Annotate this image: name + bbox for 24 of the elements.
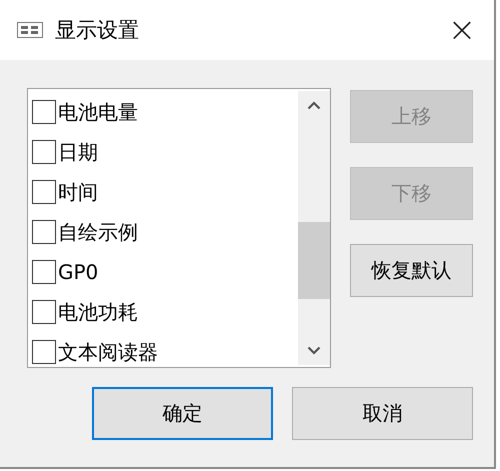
scrollbar-thumb[interactable]	[298, 222, 330, 299]
side-button[interactable]: 恢复默认	[350, 244, 473, 297]
list-item-label[interactable]: 日期	[58, 138, 98, 166]
scroll-up-icon[interactable]	[307, 101, 321, 110]
list-item-label[interactable]: 电池功耗	[58, 298, 138, 326]
close-button[interactable]: ×	[444, 12, 480, 48]
dialog-button[interactable]: 确定	[92, 387, 273, 440]
list-item-label[interactable]: GP0	[58, 260, 98, 284]
checkbox[interactable]	[32, 140, 56, 164]
checkbox[interactable]	[32, 300, 56, 324]
window-icon	[17, 22, 43, 38]
checkbox[interactable]	[32, 260, 56, 284]
checkbox[interactable]	[32, 100, 56, 124]
list-item-label[interactable]: 文本阅读器	[58, 338, 158, 366]
checkbox[interactable]	[32, 180, 56, 204]
checkbox[interactable]	[32, 340, 56, 364]
scroll-down-icon[interactable]	[307, 346, 321, 355]
list-item-label[interactable]: 时间	[58, 178, 98, 206]
checkbox[interactable]	[32, 220, 56, 244]
window-title: 显示设置	[55, 17, 140, 44]
scrollbar[interactable]	[298, 91, 330, 365]
list-item-label[interactable]: 自绘示例	[58, 218, 138, 246]
dialog-button[interactable]: 取消	[292, 387, 473, 440]
list-item-label[interactable]: 电池电量	[58, 98, 138, 126]
